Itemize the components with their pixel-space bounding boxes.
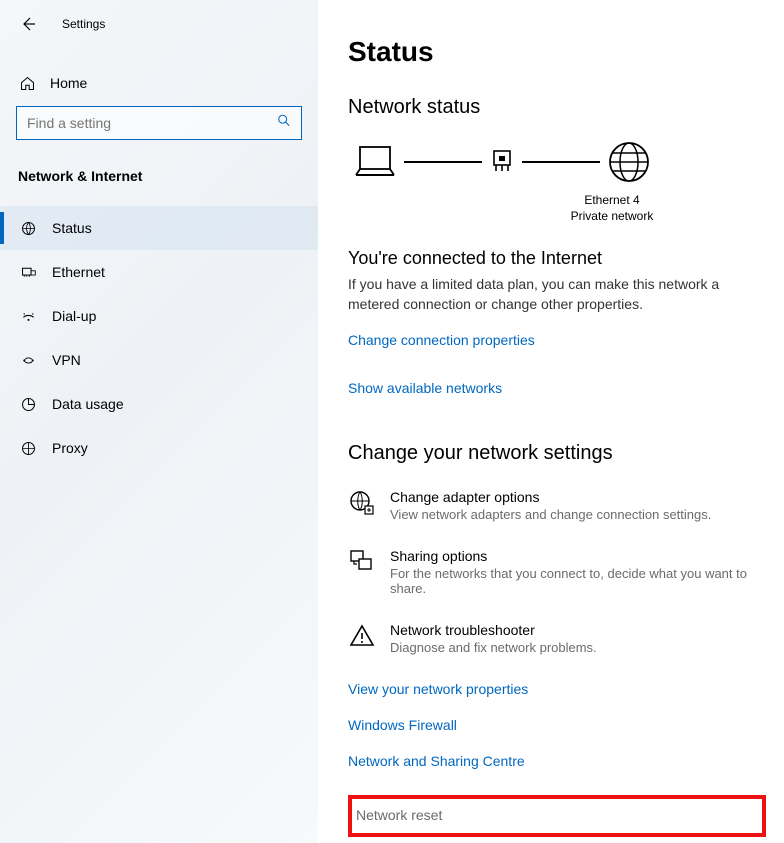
option-text: Change adapter options View network adap… [390,489,711,522]
option-desc: Diagnose and fix network problems. [390,640,597,655]
home-nav[interactable]: Home [0,74,318,92]
arrow-left-icon [20,16,36,32]
network-profile: Private network [458,209,766,225]
link-network-sharing-centre[interactable]: Network and Sharing Centre [348,753,766,769]
app-title: Settings [62,17,105,31]
data-usage-icon [18,396,38,413]
sharing-options-icon [348,548,376,576]
option-title: Sharing options [390,548,766,564]
option-text: Network troubleshooter Diagnose and fix … [390,622,597,655]
adapter-name: Ethernet 4 [458,193,766,209]
sidebar-item-ethernet[interactable]: Ethernet [0,250,318,294]
search-box[interactable] [16,106,302,140]
router-icon [488,147,516,177]
option-title: Network troubleshooter [390,622,597,638]
link-change-connection-properties[interactable]: Change connection properties [348,332,535,348]
sidebar-item-vpn[interactable]: VPN [0,338,318,382]
option-change-adapter[interactable]: Change adapter options View network adap… [348,489,766,522]
status-icon [18,220,38,237]
troubleshooter-icon [348,622,376,650]
sidebar-item-label: Ethernet [52,264,105,280]
titlebar: Settings [0,14,318,34]
back-button[interactable] [18,14,38,34]
page-title: Status [348,36,766,68]
home-icon [18,74,36,92]
ethernet-icon [18,264,38,281]
option-sharing[interactable]: Sharing options For the networks that yo… [348,548,766,596]
search-icon [277,114,291,133]
vpn-icon [18,352,38,369]
laptop-icon [352,143,398,181]
proxy-icon [18,440,38,457]
option-desc: View network adapters and change connect… [390,507,711,522]
connection-line [404,161,482,163]
sidebar-item-dialup[interactable]: Dial-up [0,294,318,338]
highlight-annotation: Network reset [348,795,766,837]
diagram-caption: Ethernet 4 Private network [458,193,766,224]
sidebar-item-label: Status [52,220,92,236]
option-desc: For the networks that you connect to, de… [390,566,766,596]
adapter-options-icon [348,489,376,517]
sidebar: Settings Home Network & Internet Status … [0,0,318,843]
connected-body: If you have a limited data plan, you can… [348,275,728,314]
home-label: Home [50,75,87,91]
category-title: Network & Internet [0,168,318,184]
change-settings-heading: Change your network settings [348,442,766,465]
link-show-available-networks[interactable]: Show available networks [348,380,502,396]
search-input[interactable] [17,107,301,139]
globe-icon [606,139,652,185]
option-troubleshooter[interactable]: Network troubleshooter Diagnose and fix … [348,622,766,655]
connection-line [522,161,600,163]
network-status-heading: Network status [348,96,766,119]
connected-title: You're connected to the Internet [348,248,766,269]
link-view-network-properties[interactable]: View your network properties [348,681,766,697]
main-content: Status Network status Ethernet 4 Private… [318,0,784,843]
search-container [16,106,302,140]
sidebar-item-label: VPN [52,352,81,368]
sidebar-nav: Status Ethernet Dial-up VPN Data usage [0,206,318,470]
option-text: Sharing options For the networks that yo… [390,548,766,596]
sidebar-item-datausage[interactable]: Data usage [0,382,318,426]
dialup-icon [18,308,38,325]
sidebar-item-label: Data usage [52,396,124,412]
sidebar-item-label: Proxy [52,440,88,456]
link-stack: View your network properties Windows Fir… [348,681,766,837]
sidebar-item-proxy[interactable]: Proxy [0,426,318,470]
option-title: Change adapter options [390,489,711,505]
sidebar-item-status[interactable]: Status [0,206,318,250]
network-diagram [352,139,766,185]
sidebar-item-label: Dial-up [52,308,96,324]
link-windows-firewall[interactable]: Windows Firewall [348,717,766,733]
link-network-reset[interactable]: Network reset [356,807,442,823]
